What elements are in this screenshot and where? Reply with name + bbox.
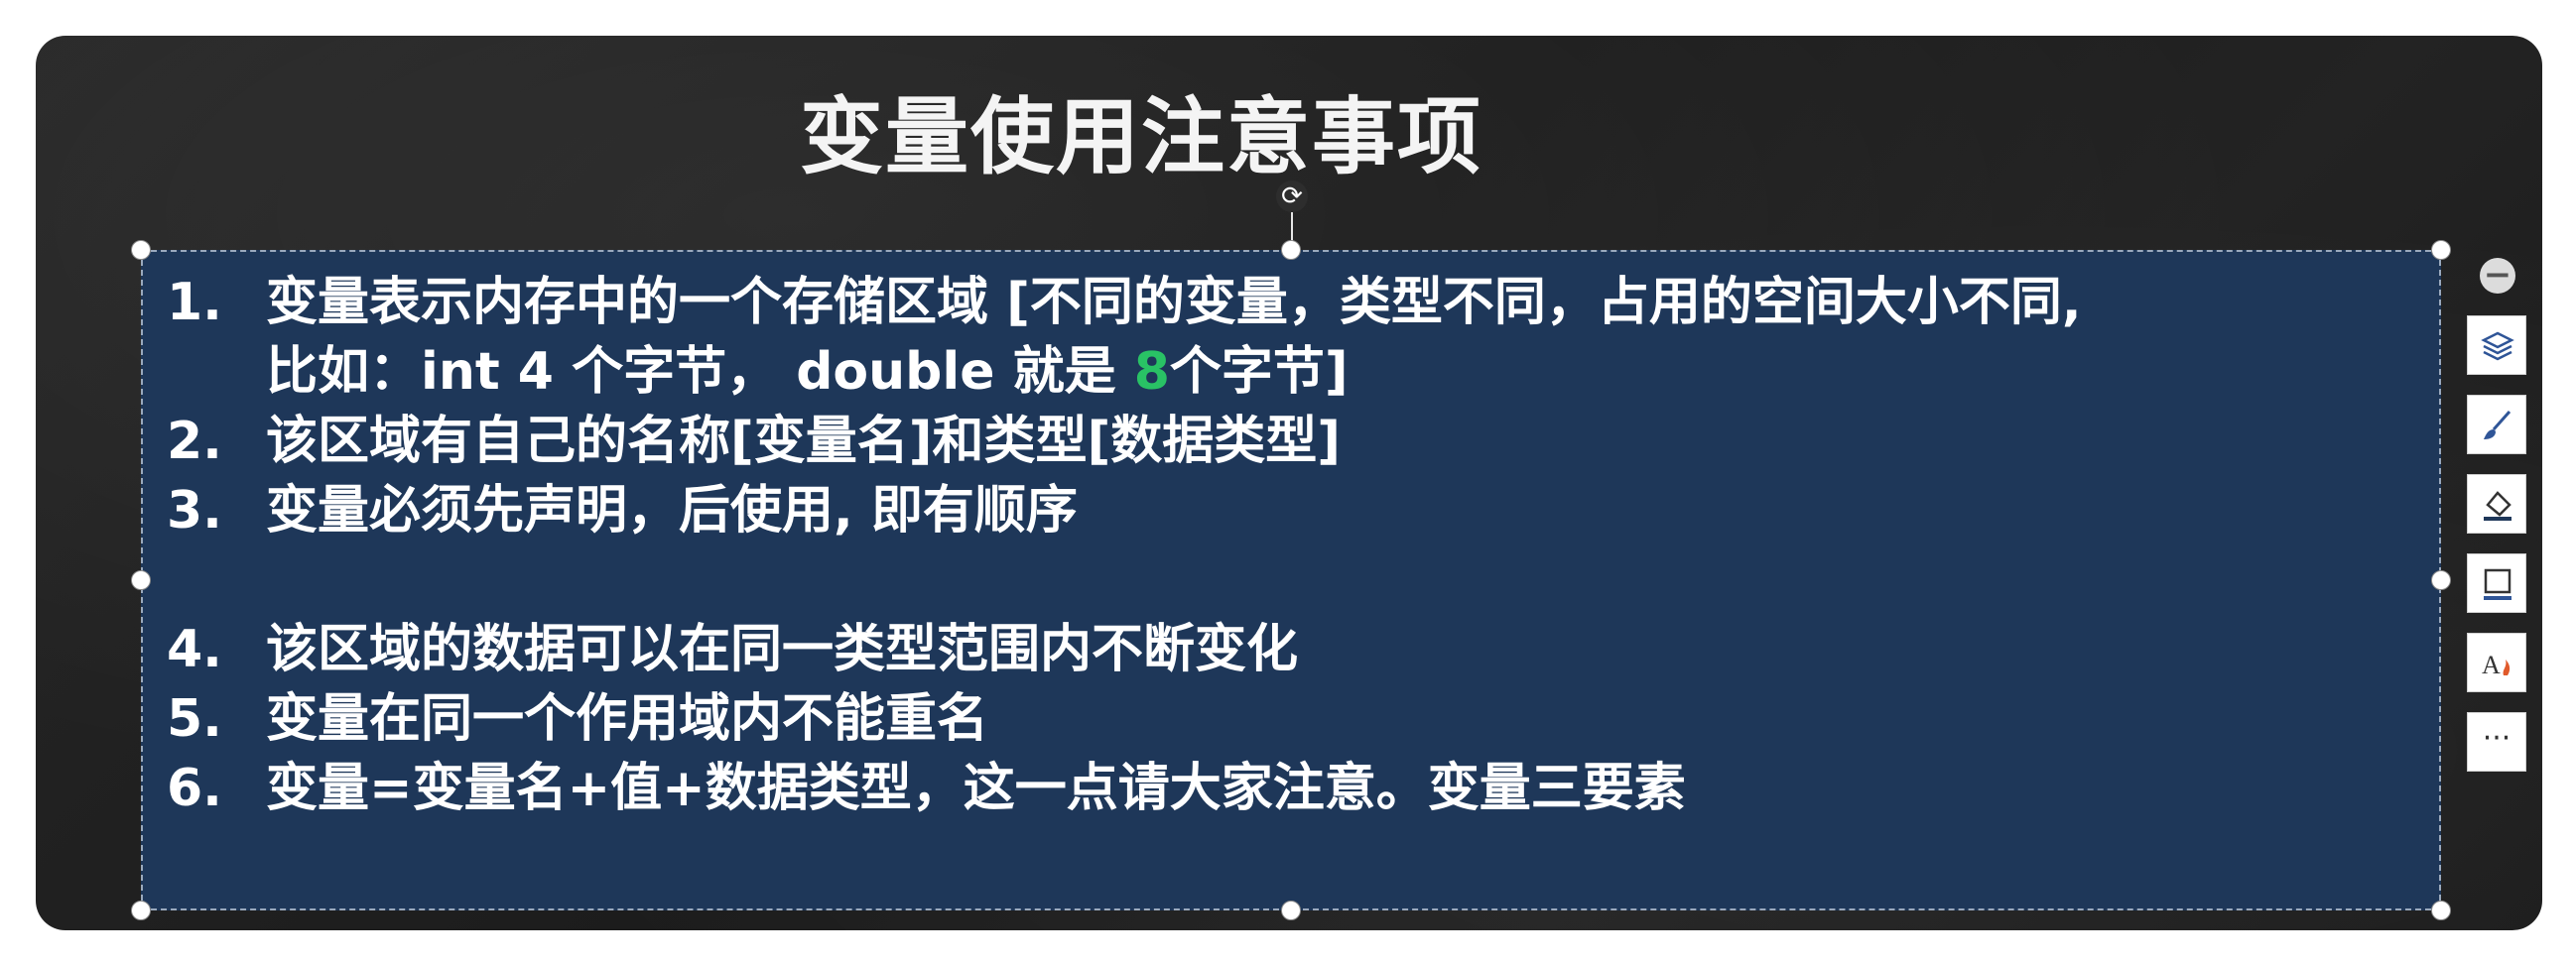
item-number: 6.: [167, 759, 222, 818]
format-toolbar: − A ···: [2467, 254, 2528, 809]
resize-handle-bottom[interactable]: [1281, 901, 1301, 920]
item-1-line2-after: 个字节]: [1169, 342, 1349, 402]
layers-icon: [2481, 331, 2514, 361]
item-text: 该区域有自己的名称[变量名]和类型[数据类型]: [266, 412, 1342, 471]
item-number: 2.: [167, 412, 222, 471]
brush-button[interactable]: [2467, 395, 2526, 454]
fill-icon: [2484, 491, 2512, 521]
item-number: 1.: [167, 273, 222, 332]
text-effect-icon: A: [2482, 651, 2511, 679]
layers-button[interactable]: [2467, 315, 2526, 375]
item-text: 该区域的数据可以在同一类型范围内不断变化: [266, 620, 1299, 679]
item-number: 4.: [167, 620, 222, 679]
item-1-line1: 变量表示内存中的一个存储区域 [不同的变量，类型不同，占用的空间大小不同,: [266, 273, 2082, 332]
resize-handle-right[interactable]: [2431, 570, 2451, 590]
item-1-highlight: 8: [1133, 342, 1170, 402]
list-item: 6. 变量=变量名+值+数据类型，这一点请大家注意。变量三要素: [167, 754, 2419, 823]
notes-list: 1. 变量表示内存中的一个存储区域 [不同的变量，类型不同，占用的空间大小不同,…: [167, 268, 2419, 823]
more-icon: ···: [2482, 721, 2512, 756]
item-number: 5.: [167, 689, 222, 749]
list-item: 5. 变量在同一个作用域内不能重名: [167, 684, 2419, 754]
border-button[interactable]: [2467, 553, 2526, 613]
selected-text-box[interactable]: 1. 变量表示内存中的一个存储区域 [不同的变量，类型不同，占用的空间大小不同,…: [141, 250, 2441, 910]
collapse-icon[interactable]: −: [2480, 258, 2515, 294]
resize-handle-bottom-left[interactable]: [131, 901, 151, 920]
list-item: 2. 该区域有自己的名称[变量名]和类型[数据类型]: [167, 407, 2419, 476]
slide-title[interactable]: 变量使用注意事项: [800, 87, 1554, 186]
more-button[interactable]: ···: [2467, 712, 2526, 772]
resize-handle-top-right[interactable]: [2431, 240, 2451, 260]
text-effect-button[interactable]: A: [2467, 633, 2526, 692]
resize-handle-top-left[interactable]: [131, 240, 151, 260]
item-text: 变量=变量名+值+数据类型，这一点请大家注意。变量三要素: [266, 759, 1686, 818]
blackboard-slide: 变量使用注意事项 ⟳ 1. 变量表示内存中的一个存储区域 [不同的变量，类型不同…: [36, 36, 2542, 930]
item-text: 变量在同一个作用域内不能重名: [266, 689, 989, 749]
item-text: 变量表示内存中的一个存储区域 [不同的变量，类型不同，占用的空间大小不同, 比如…: [266, 268, 2419, 407]
list-item: 1. 变量表示内存中的一个存储区域 [不同的变量，类型不同，占用的空间大小不同,…: [167, 268, 2419, 407]
list-item: 3. 变量必须先声明，后使用, 即有顺序: [167, 476, 2419, 545]
item-number: 3.: [167, 481, 222, 541]
resize-handle-left[interactable]: [131, 570, 151, 590]
svg-text:A: A: [2482, 651, 2501, 679]
rotate-handle-icon[interactable]: ⟳: [1276, 181, 1308, 212]
brush-icon: [2484, 411, 2512, 439]
list-item: 4. 该区域的数据可以在同一类型范围内不断变化: [167, 615, 2419, 684]
resize-handle-top[interactable]: [1281, 240, 1301, 260]
item-text: 变量必须先声明，后使用, 即有顺序: [266, 481, 1078, 541]
fill-button[interactable]: [2467, 474, 2526, 534]
border-icon: [2484, 568, 2512, 600]
item-1-line2-before: 比如：int 4 个字节， double 就是: [266, 342, 1134, 402]
resize-handle-bottom-right[interactable]: [2431, 901, 2451, 920]
